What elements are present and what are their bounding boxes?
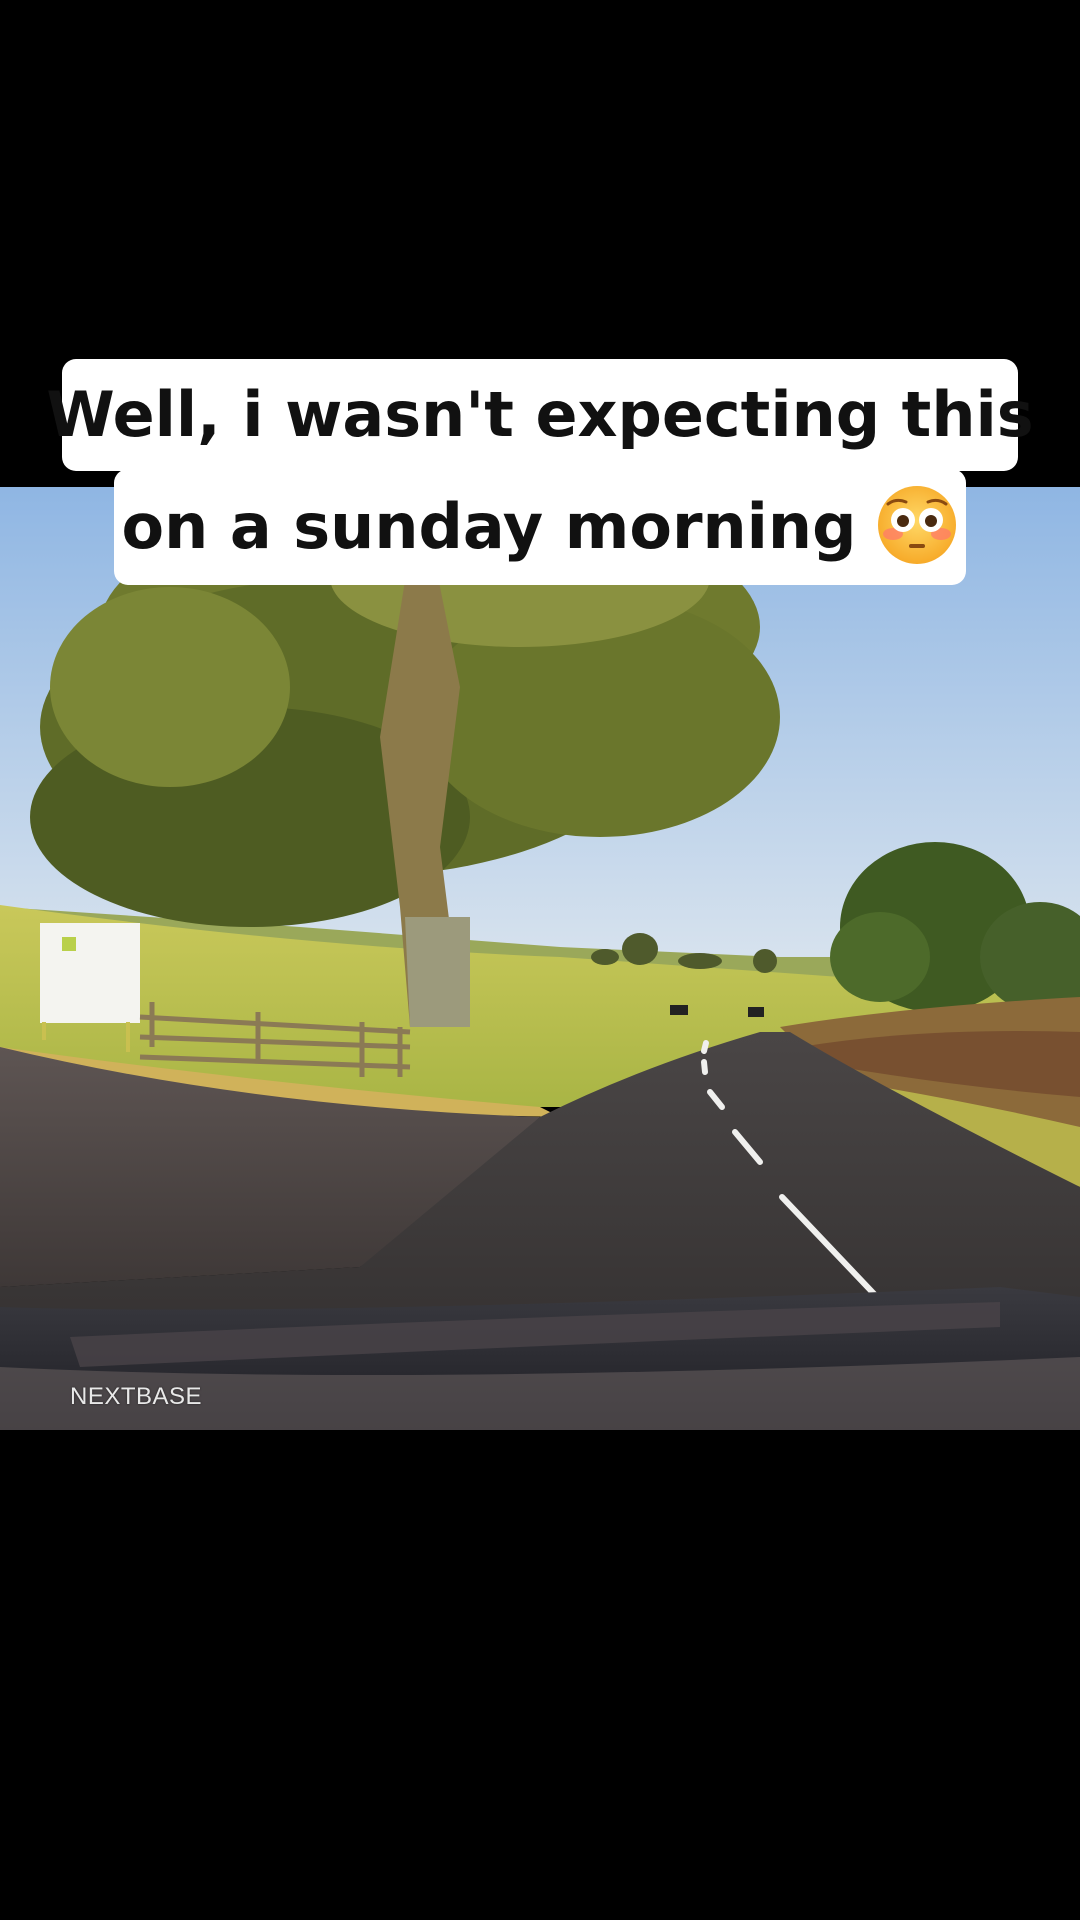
caption-line-2: on a sunday morning bbox=[114, 469, 966, 585]
video-frame[interactable] bbox=[0, 487, 1080, 1430]
flushed-face-emoji-icon bbox=[876, 484, 958, 566]
caption-text-1: Well, i wasn't expecting this bbox=[46, 378, 1034, 451]
caption-line-1: Well, i wasn't expecting this bbox=[46, 359, 1034, 471]
caption-text-2: on a sunday morning bbox=[121, 490, 857, 563]
watermark: NEXTBASE bbox=[70, 1383, 203, 1410]
dashcam-scene bbox=[0, 487, 1080, 1430]
